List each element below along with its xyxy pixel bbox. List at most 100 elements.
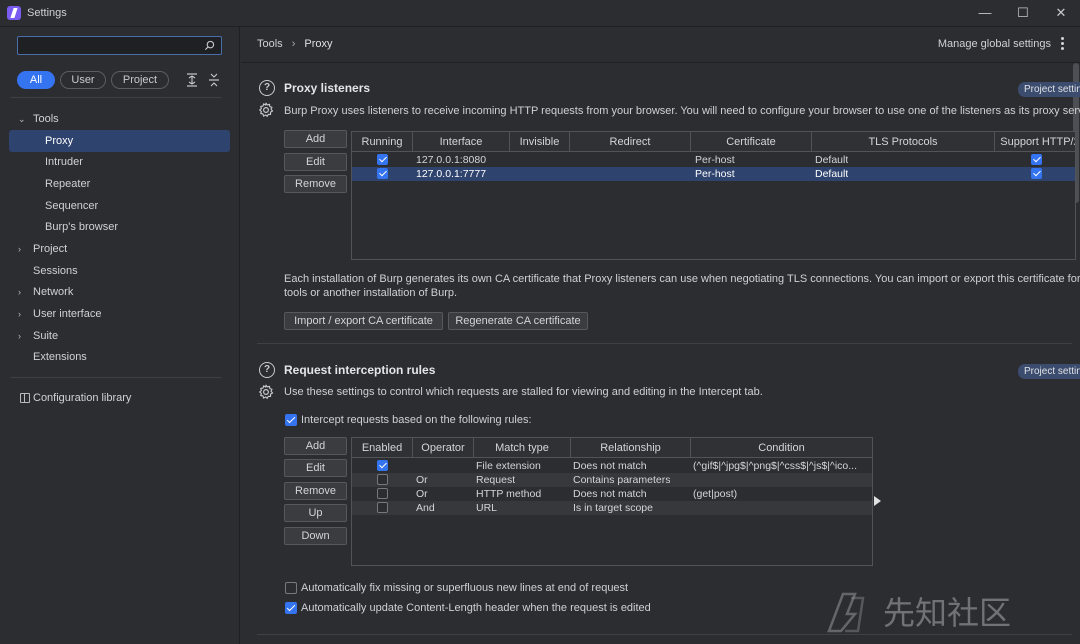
- import-export-ca-button[interactable]: Import / export CA certificate: [284, 312, 443, 330]
- close-button[interactable]: ✕: [1046, 3, 1076, 23]
- help-icon[interactable]: ?: [259, 80, 275, 96]
- match-type-cell: HTTP method: [476, 488, 542, 500]
- column-header[interactable]: Support HTTP/2: [995, 132, 1075, 152]
- interception-rules-table: Enabled Operator Match type Relationship…: [351, 437, 873, 566]
- table-row[interactable]: And URL Is in target scope: [352, 501, 872, 515]
- proxy-listeners-table: Running Interface Invisible Redirect Cer…: [351, 131, 1076, 260]
- certificate-cell: Per-host: [695, 154, 735, 166]
- operator-cell: Or: [416, 488, 428, 500]
- http2-checkbox[interactable]: [1031, 168, 1042, 179]
- help-icon[interactable]: ?: [259, 362, 275, 378]
- regenerate-ca-button[interactable]: Regenerate CA certificate: [448, 312, 588, 330]
- window-title: Settings: [27, 7, 67, 19]
- enabled-checkbox[interactable]: [377, 474, 388, 485]
- sidebar-item-label: Suite: [33, 330, 59, 342]
- column-header[interactable]: Invisible: [510, 132, 570, 152]
- interface-cell: 127.0.0.1:7777: [416, 168, 487, 180]
- ca-certificate-description: Each installation of Burp generates its …: [284, 273, 1080, 285]
- column-header[interactable]: Running: [352, 132, 413, 152]
- relationship-cell: Is in target scope: [573, 502, 653, 514]
- table-row[interactable]: Or HTTP method Does not match (get|post): [352, 487, 872, 501]
- fix-newlines-checkbox[interactable]: [285, 582, 297, 594]
- expand-all-icon[interactable]: [186, 72, 198, 88]
- column-header[interactable]: TLS Protocols: [812, 132, 995, 152]
- enabled-checkbox[interactable]: [377, 460, 388, 471]
- sidebar-item-sessions[interactable]: Sessions: [9, 260, 230, 282]
- sidebar-item-user-interface[interactable]: › User interface: [9, 303, 230, 325]
- chevron-right-icon: ›: [18, 309, 21, 319]
- sidebar-item-label: Network: [33, 286, 74, 298]
- sidebar-item-suite[interactable]: › Suite: [9, 325, 230, 347]
- interception-rules-description: Use these settings to control which requ…: [284, 386, 763, 398]
- configuration-library-link[interactable]: Configuration library: [24, 387, 214, 409]
- arrow-right-icon: [874, 496, 881, 506]
- filter-project-button[interactable]: Project: [111, 71, 169, 89]
- enabled-checkbox[interactable]: [377, 502, 388, 513]
- project-setting-badge: Project setting: [1018, 82, 1080, 97]
- column-header[interactable]: Redirect: [570, 132, 691, 152]
- sidebar-item-label: Intruder: [45, 156, 83, 168]
- chevron-right-icon: ›: [18, 331, 21, 341]
- http2-checkbox[interactable]: [1031, 154, 1042, 165]
- sidebar-item-network[interactable]: › Network: [9, 281, 230, 303]
- remove-listener-button[interactable]: Remove: [284, 175, 347, 193]
- enabled-checkbox[interactable]: [377, 488, 388, 499]
- header-divider: [241, 62, 1080, 63]
- remove-rule-button[interactable]: Remove: [284, 482, 347, 500]
- add-listener-button[interactable]: Add: [284, 130, 347, 148]
- sidebar-item-label: Tools: [33, 113, 59, 125]
- table-row[interactable]: Or Request Contains parameters: [352, 473, 872, 487]
- proxy-listeners-title: Proxy listeners: [284, 81, 371, 95]
- column-header[interactable]: Enabled: [352, 438, 413, 458]
- sidebar-item-burps-browser[interactable]: Burp's browser: [9, 216, 230, 238]
- column-header[interactable]: Interface: [413, 132, 510, 152]
- search-input[interactable]: [24, 39, 204, 52]
- move-down-button[interactable]: Down: [284, 527, 347, 545]
- column-header[interactable]: Match type: [474, 438, 571, 458]
- sidebar-divider: [10, 97, 221, 98]
- edit-listener-button[interactable]: Edit: [284, 153, 347, 171]
- table-row[interactable]: 127.0.0.1:7777 Per-host Default: [352, 167, 1075, 181]
- column-header[interactable]: Operator: [413, 438, 474, 458]
- column-header[interactable]: Condition: [691, 438, 872, 458]
- column-header[interactable]: Relationship: [571, 438, 691, 458]
- breadcrumb-separator-icon: ›: [291, 38, 296, 50]
- column-header[interactable]: Certificate: [691, 132, 812, 152]
- add-rule-button[interactable]: Add: [284, 437, 347, 455]
- sidebar-item-proxy[interactable]: Proxy: [9, 130, 230, 152]
- manage-global-settings-link[interactable]: Manage global settings: [938, 38, 1051, 50]
- chevron-right-icon: ›: [18, 244, 21, 254]
- more-options-icon[interactable]: [1061, 37, 1065, 51]
- filter-all-button[interactable]: All: [17, 71, 55, 89]
- running-checkbox[interactable]: [377, 168, 388, 179]
- sidebar-item-extensions[interactable]: Extensions: [9, 346, 230, 368]
- sidebar-divider: [10, 377, 221, 378]
- breadcrumb-current: Proxy: [304, 38, 333, 50]
- gear-icon[interactable]: [258, 102, 274, 118]
- watermark-logo: 先知社区: [827, 592, 1011, 633]
- minimize-button[interactable]: —: [970, 3, 1000, 23]
- edit-rule-button[interactable]: Edit: [284, 459, 347, 477]
- sidebar-item-repeater[interactable]: Repeater: [9, 173, 230, 195]
- filter-user-button[interactable]: User: [60, 71, 106, 89]
- table-row[interactable]: File extension Does not match (^gif$|^jp…: [352, 459, 872, 473]
- burp-logo-icon: [7, 6, 21, 20]
- running-checkbox[interactable]: [377, 154, 388, 165]
- watermark-text: 先知社区: [883, 594, 1011, 632]
- sidebar-item-sequencer[interactable]: Sequencer: [9, 195, 230, 217]
- intercept-requests-checkbox[interactable]: [285, 414, 297, 426]
- sidebar-item-intruder[interactable]: Intruder: [9, 151, 230, 173]
- table-row[interactable]: 127.0.0.1:8080 Per-host Default: [352, 153, 1075, 167]
- interception-rules-title: Request interception rules: [284, 363, 436, 377]
- breadcrumb-root[interactable]: Tools: [257, 38, 283, 50]
- gear-icon[interactable]: [258, 384, 274, 400]
- update-content-length-label: Automatically update Content-Length head…: [301, 602, 651, 614]
- sidebar-item-tools[interactable]: ⌄ Tools: [9, 108, 230, 130]
- settings-search[interactable]: [17, 36, 222, 55]
- maximize-button[interactable]: ☐: [1008, 3, 1038, 23]
- move-up-button[interactable]: Up: [284, 504, 347, 522]
- sidebar-item-project[interactable]: › Project: [9, 238, 230, 260]
- collapse-all-icon[interactable]: [208, 72, 220, 88]
- operator-cell: And: [416, 502, 435, 514]
- update-content-length-checkbox[interactable]: [285, 602, 297, 614]
